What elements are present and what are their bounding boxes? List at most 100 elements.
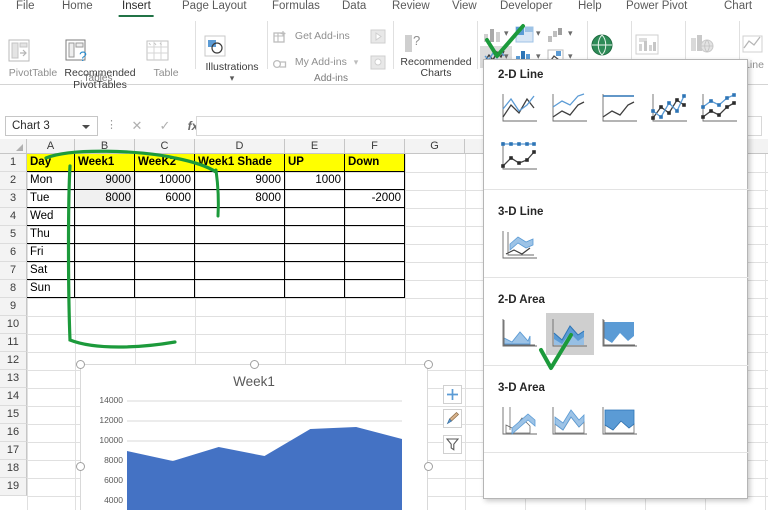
cell-E8[interactable] [285, 280, 345, 298]
row-header-13[interactable]: 13 [0, 370, 27, 388]
cell-C6[interactable] [135, 244, 195, 262]
formula-bar-grip[interactable]: ⋮ [106, 120, 117, 131]
row-header-5[interactable]: 5 [0, 226, 27, 244]
cell-A3[interactable]: Tue [27, 190, 75, 208]
chart-handle-w[interactable] [76, 462, 85, 471]
select-all-corner[interactable] [0, 139, 27, 154]
ribbon-tab-help[interactable]: Help [578, 0, 602, 14]
chevron-down-icon[interactable]: ▾ [198, 73, 266, 85]
gallery-item-three-d-line[interactable] [496, 225, 544, 267]
row-header-14[interactable]: 14 [0, 388, 27, 406]
gallery-item-three-d-area[interactable] [496, 401, 544, 443]
cell-F8[interactable] [345, 280, 405, 298]
chevron-down-icon[interactable]: ▾ [536, 28, 541, 39]
cell-F6[interactable] [345, 244, 405, 262]
gallery-item-three-d-stacked-area[interactable] [546, 401, 594, 443]
ribbon-tab-insert[interactable]: Insert [118, 0, 154, 17]
gallery-item-line-with-markers[interactable] [646, 88, 694, 130]
ribbon-tab-formulas[interactable]: Formulas [272, 0, 320, 14]
row-header-6[interactable]: 6 [0, 244, 27, 262]
chart-elements-button[interactable] [443, 385, 462, 404]
cell-D3[interactable]: 8000 [195, 190, 285, 208]
column-header-D[interactable]: D [195, 139, 285, 154]
row-header-7[interactable]: 7 [0, 262, 27, 280]
row-header-12[interactable]: 12 [0, 352, 27, 370]
cell-D6[interactable] [195, 244, 285, 262]
row-header-4[interactable]: 4 [0, 208, 27, 226]
addins-insert-icon[interactable] [369, 54, 387, 71]
gallery-item-100-percent-stacked-area[interactable] [596, 313, 644, 355]
chart-handle-e[interactable] [424, 462, 433, 471]
ribbon-tab-power-pivot[interactable]: Power Pivot [626, 0, 687, 14]
cell-D4[interactable] [195, 208, 285, 226]
cell-D8[interactable] [195, 280, 285, 298]
waterfall-chart-button[interactable] [546, 25, 568, 44]
cell-A7[interactable]: Sat [27, 262, 75, 280]
chart-filters-button[interactable] [443, 435, 462, 454]
cell-A4[interactable]: Wed [27, 208, 75, 226]
addins-store-icon[interactable] [369, 28, 387, 45]
chart-object[interactable]: Week1 02000400060008000100001200014000 M… [80, 364, 428, 510]
column-header-F[interactable]: F [345, 139, 405, 154]
gallery-item-stacked-area[interactable] [546, 313, 594, 355]
cell-C4[interactable] [135, 208, 195, 226]
cell-D5[interactable] [195, 226, 285, 244]
ribbon-tab-view[interactable]: View [452, 0, 477, 14]
row-header-15[interactable]: 15 [0, 406, 27, 424]
ribbon-tab-developer[interactable]: Developer [500, 0, 552, 14]
cell-D2[interactable]: 9000 [195, 172, 285, 190]
ribbon-tab-review[interactable]: Review [392, 0, 430, 14]
cell-A1[interactable]: Day [27, 154, 75, 172]
gallery-item-three-d-100-percent-stacked-area[interactable] [596, 401, 644, 443]
ribbon-tab-chart[interactable]: Chart [724, 0, 752, 14]
cell-F3[interactable]: -2000 [345, 190, 405, 208]
cell-C2[interactable]: 10000 [135, 172, 195, 190]
cell-C1[interactable]: WeeK2 [135, 154, 195, 172]
cell-B5[interactable] [75, 226, 135, 244]
column-header-G[interactable]: G [405, 139, 465, 154]
cell-E3[interactable] [285, 190, 345, 208]
row-header-16[interactable]: 16 [0, 424, 27, 442]
cell-C5[interactable] [135, 226, 195, 244]
chart-area-series-Week1[interactable] [127, 427, 402, 510]
cell-B8[interactable] [75, 280, 135, 298]
cell-F7[interactable] [345, 262, 405, 280]
gallery-item-100-percent-stacked-line[interactable] [596, 88, 644, 130]
cell-D7[interactable] [195, 262, 285, 280]
gallery-item-stacked-line-with-markers[interactable] [696, 88, 744, 130]
gallery-item-stacked-line[interactable] [546, 88, 594, 130]
cell-B4[interactable] [75, 208, 135, 226]
cell-F5[interactable] [345, 226, 405, 244]
cell-E2[interactable]: 1000 [285, 172, 345, 190]
recommended-charts-button[interactable]: ? Recommended Charts [396, 31, 476, 79]
chevron-down-icon[interactable]: ▾ [504, 28, 509, 39]
column-header-B[interactable]: B [75, 139, 135, 154]
cell-A5[interactable]: Thu [27, 226, 75, 244]
cancel-formula-button[interactable]: ✕ [124, 117, 150, 135]
column-bar-chart-button[interactable] [482, 25, 504, 44]
cell-A8[interactable]: Sun [27, 280, 75, 298]
cell-B2[interactable]: 9000 [75, 172, 135, 190]
gallery-item-100-percent-stacked-line-with-markers[interactable] [496, 136, 544, 178]
chart-styles-button[interactable] [443, 409, 462, 428]
row-header-18[interactable]: 18 [0, 460, 27, 478]
ribbon-tab-file[interactable]: File [16, 0, 35, 14]
cell-B1[interactable]: Week1 [75, 154, 135, 172]
get-addins-button[interactable]: Get Add-ins [272, 29, 364, 45]
hierarchy-chart-button[interactable] [514, 25, 536, 44]
row-header-10[interactable]: 10 [0, 316, 27, 334]
gallery-item-area[interactable] [496, 313, 544, 355]
cell-A2[interactable]: Mon [27, 172, 75, 190]
cell-B3[interactable]: 8000 [75, 190, 135, 208]
chart-handle-nw[interactable] [76, 360, 85, 369]
row-header-11[interactable]: 11 [0, 334, 27, 352]
ribbon-tab-home[interactable]: Home [62, 0, 93, 14]
cell-B6[interactable] [75, 244, 135, 262]
column-header-C[interactable]: C [135, 139, 195, 154]
row-header-17[interactable]: 17 [0, 442, 27, 460]
cell-E7[interactable] [285, 262, 345, 280]
cell-F4[interactable] [345, 208, 405, 226]
cell-C8[interactable] [135, 280, 195, 298]
cell-C7[interactable] [135, 262, 195, 280]
ribbon-tab-data[interactable]: Data [342, 0, 366, 14]
